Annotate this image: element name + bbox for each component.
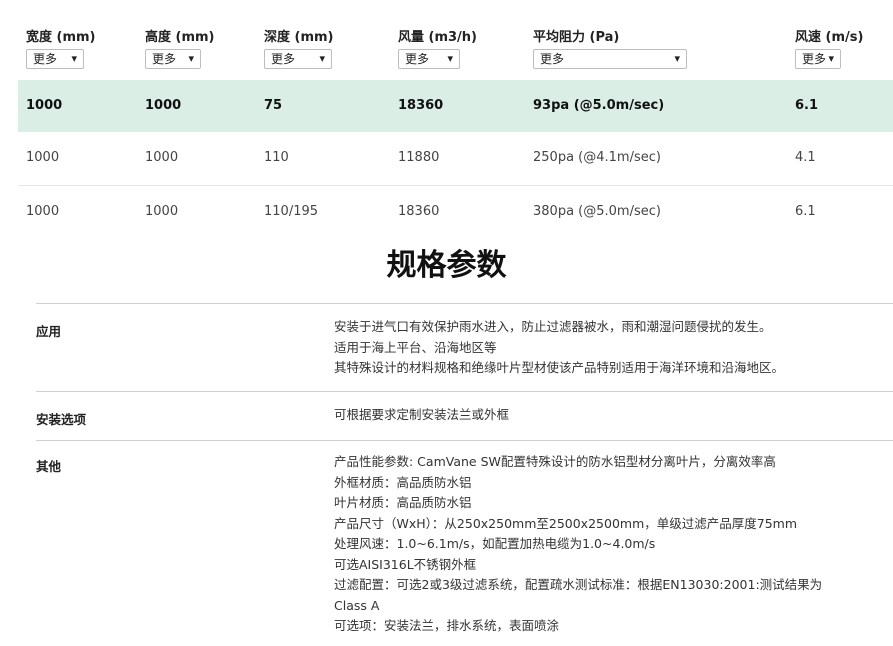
column-label: 高度 (mm) [145, 30, 215, 45]
spec-line: 外框材质：高品质防水铝 [334, 474, 472, 490]
chevron-down-icon: ▾ [71, 52, 77, 65]
table-row[interactable]: 1000 1000 110/195 18360 380pa (@5.0m/sec… [18, 186, 893, 239]
cell-airflow: 18360 [398, 98, 444, 113]
spec-line: 叶片材质：高品质防水铝 [334, 495, 472, 510]
spec-line: Class A [334, 597, 380, 613]
chevron-down-icon: ▾ [674, 52, 680, 65]
spec-line: 安装于进气口有效保护雨水进入，防止过滤器被水，雨和潮湿问题侵扰的发生。 [334, 319, 772, 334]
resistance-filter-select[interactable]: 更多 ▾ [533, 49, 687, 69]
cell-depth: 110 [264, 150, 289, 165]
spec-title: 规格参数 [386, 248, 507, 283]
cell-velocity: 6.1 [795, 204, 816, 219]
spec-value: 可根据要求定制安装法兰或外框 [334, 405, 509, 426]
chevron-down-icon: ▾ [447, 52, 453, 65]
spec-line: 过滤配置：可选2或3级过滤系统，配置疏水测试标准：根据EN13030:2001:… [334, 577, 823, 592]
spec-line: 可选项：安装法兰，排水系统，表面喷涂 [334, 618, 560, 633]
column-label: 宽度 (mm) [26, 30, 96, 45]
spec-line: 产品性能参数: CamVane SW配置特殊设计的防水铝型材分离叶片，分离效率高 [334, 454, 776, 469]
select-value: 更多 [802, 52, 827, 66]
column-label: 深度 (mm) [264, 30, 334, 45]
width-filter-select[interactable]: 更多 ▾ [26, 49, 84, 69]
spec-label: 安装选项 [36, 412, 87, 427]
velocity-filter-select[interactable]: 更多 ▾ [795, 49, 841, 69]
cell-airflow: 11880 [398, 150, 440, 165]
spec-label: 应用 [36, 324, 62, 339]
spec-table: 应用 安装于进气口有效保护雨水进入，防止过滤器被水，雨和潮湿问题侵扰的发生。 适… [36, 303, 893, 646]
table-row[interactable]: 1000 1000 110 11880 250pa (@4.1m/sec) 4.… [18, 132, 893, 186]
cell-velocity: 4.1 [795, 150, 816, 165]
column-label: 风速 (m/s) [795, 30, 864, 45]
spec-row-other: 其他 产品性能参数: CamVane SW配置特殊设计的防水铝型材分离叶片，分离… [36, 440, 893, 646]
cell-resistance: 93pa (@5.0m/sec) [533, 98, 665, 113]
cell-depth: 75 [264, 98, 283, 113]
cell-resistance: 250pa (@4.1m/sec) [533, 150, 661, 165]
cell-resistance: 380pa (@5.0m/sec) [533, 204, 661, 219]
spec-value: 产品性能参数: CamVane SW配置特殊设计的防水铝型材分离叶片，分离效率高… [334, 452, 822, 637]
cell-airflow: 18360 [398, 204, 440, 219]
filter-table: 宽度 (mm) 更多 ▾ 高度 (mm) 更多 ▾ 深度 (mm) 更多 ▾ 风量 (… [18, 0, 893, 239]
spec-line: 其特殊设计的材料规格和绝缘叶片型材使该产品特别适用于海洋环境和沿海地区。 [334, 360, 785, 375]
column-label: 风量 (m3/h) [398, 30, 478, 45]
spec-line: 产品尺寸（WxH）：从250x250mm至2500x2500mm，单级过滤产品厚… [334, 515, 798, 531]
chevron-down-icon: ▾ [319, 52, 325, 65]
chevron-down-icon: ▾ [828, 52, 834, 65]
spec-line: 可根据要求定制安装法兰或外框 [334, 407, 510, 422]
table-row[interactable]: 1000 1000 75 18360 93pa (@5.0m/sec) 6.1 [18, 80, 893, 132]
select-value: 更多 [33, 52, 58, 66]
select-value: 更多 [152, 52, 177, 66]
cell-height: 1000 [145, 204, 179, 219]
depth-filter-select[interactable]: 更多 ▾ [264, 49, 332, 69]
spec-value: 安装于进气口有效保护雨水进入，防止过滤器被水，雨和潮湿问题侵扰的发生。 适用于海… [334, 317, 784, 379]
spec-line: 适用于海上平台、沿海地区等 [334, 339, 497, 355]
table-header: 宽度 (mm) 更多 ▾ 高度 (mm) 更多 ▾ 深度 (mm) 更多 ▾ 风量 (… [18, 0, 893, 80]
column-label: 平均阻力 (Pa) [533, 30, 620, 45]
cell-width: 1000 [26, 204, 60, 219]
select-value: 更多 [405, 52, 430, 66]
select-value: 更多 [540, 52, 565, 66]
cell-width: 1000 [26, 150, 60, 165]
spec-line: 可选AISI316L不锈钢外框 [334, 556, 477, 572]
spec-row-application: 应用 安装于进气口有效保护雨水进入，防止过滤器被水，雨和潮湿问题侵扰的发生。 适… [36, 303, 893, 391]
select-value: 更多 [271, 52, 296, 66]
cell-height: 1000 [145, 150, 179, 165]
cell-depth: 110/195 [264, 204, 319, 219]
airflow-filter-select[interactable]: 更多 ▾ [398, 49, 460, 69]
spec-row-install-options: 安装选项 可根据要求定制安装法兰或外框 [36, 391, 893, 440]
spec-label: 其他 [36, 459, 62, 474]
height-filter-select[interactable]: 更多 ▾ [145, 49, 201, 69]
cell-height: 1000 [145, 98, 182, 113]
chevron-down-icon: ▾ [188, 52, 194, 65]
spec-line: 处理风速：1.0~6.1m/s，如配置加热电缆为1.0~4.0m/s [334, 536, 656, 551]
cell-velocity: 6.1 [795, 98, 819, 113]
cell-width: 1000 [26, 98, 63, 113]
